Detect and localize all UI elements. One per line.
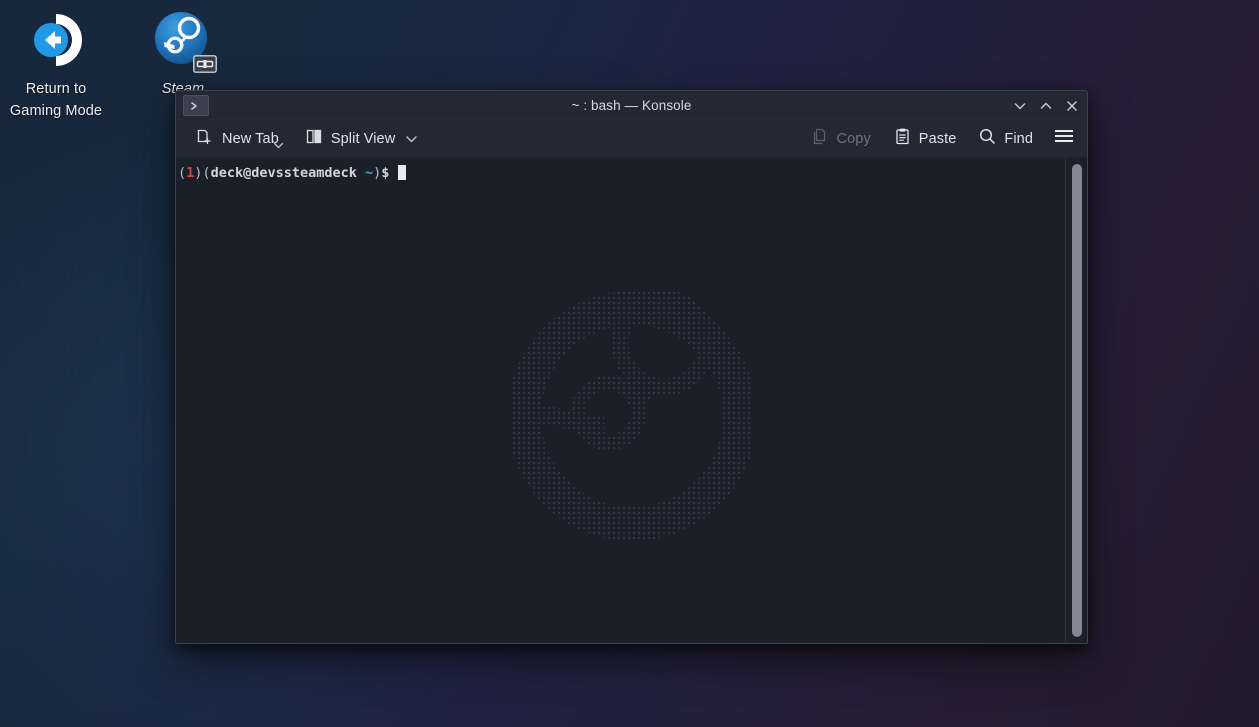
new-tab-label: New Tab (222, 130, 279, 147)
scrollbar-thumb[interactable] (1072, 164, 1082, 637)
split-view-button[interactable]: Split View (299, 124, 425, 154)
return-arrow-icon (24, 8, 88, 72)
copy-label: Copy (836, 130, 871, 147)
prompt-cwd: ~ (365, 165, 374, 181)
terminal-prompt-icon[interactable] (183, 95, 209, 116)
find-button[interactable]: Find (972, 124, 1039, 154)
desktop-icon-return-to-gaming-mode[interactable]: Return to Gaming Mode (0, 8, 112, 122)
paste-button[interactable]: Paste (887, 124, 963, 154)
close-button[interactable] (1059, 93, 1085, 119)
terminal-cursor (397, 165, 406, 180)
desktop-icon-label: Return to Gaming Mode (9, 81, 103, 119)
hamburger-menu-button[interactable] (1047, 124, 1081, 154)
split-view-icon (305, 127, 324, 151)
prompt-user-host: deck@devssteamdeck (210, 165, 357, 181)
split-view-label: Split View (330, 130, 396, 147)
desktop[interactable]: Return to Gaming Mode Steam ~: bash — K… (0, 0, 1259, 727)
steam-logo-dotted-watermark (511, 250, 752, 551)
window-titlebar[interactable]: ~ : bash — Konsole (176, 91, 1087, 120)
new-tab-button[interactable]: New Tab (190, 124, 285, 154)
shortcut-link-badge-icon (193, 55, 217, 73)
prompt-open-paren-2: ( (202, 165, 211, 181)
terminal-output[interactable]: (1)(deck@devssteamdeck ~)$ (176, 158, 1087, 182)
window-title: ~ : bash — Konsole (571, 97, 692, 113)
terminal-area[interactable]: (1)(deck@devssteamdeck ~)$ (176, 158, 1087, 643)
chevron-down-icon[interactable] (404, 134, 419, 144)
minimize-button[interactable] (1007, 93, 1033, 119)
window-controls (1007, 91, 1085, 120)
new-tab-icon (196, 127, 215, 151)
copy-button[interactable]: Copy (805, 124, 877, 154)
copy-icon (811, 127, 830, 151)
terminal-scrollbar[interactable] (1065, 158, 1087, 643)
search-icon (978, 127, 997, 151)
konsole-toolbar[interactable]: New Tab Split View Copy Paste Find (176, 120, 1087, 158)
paste-label: Paste (918, 130, 957, 147)
hamburger-menu-icon (1053, 126, 1075, 151)
paste-icon (893, 127, 912, 151)
steam-logo-icon (151, 8, 217, 73)
prompt-open-paren: ( (178, 165, 187, 181)
desktop-icon-steam[interactable]: Steam (127, 8, 239, 100)
maximize-button[interactable] (1033, 93, 1059, 119)
find-label: Find (1004, 130, 1033, 147)
konsole-window[interactable]: ~ : bash — Konsole New Tab Split View Co… (175, 90, 1088, 644)
